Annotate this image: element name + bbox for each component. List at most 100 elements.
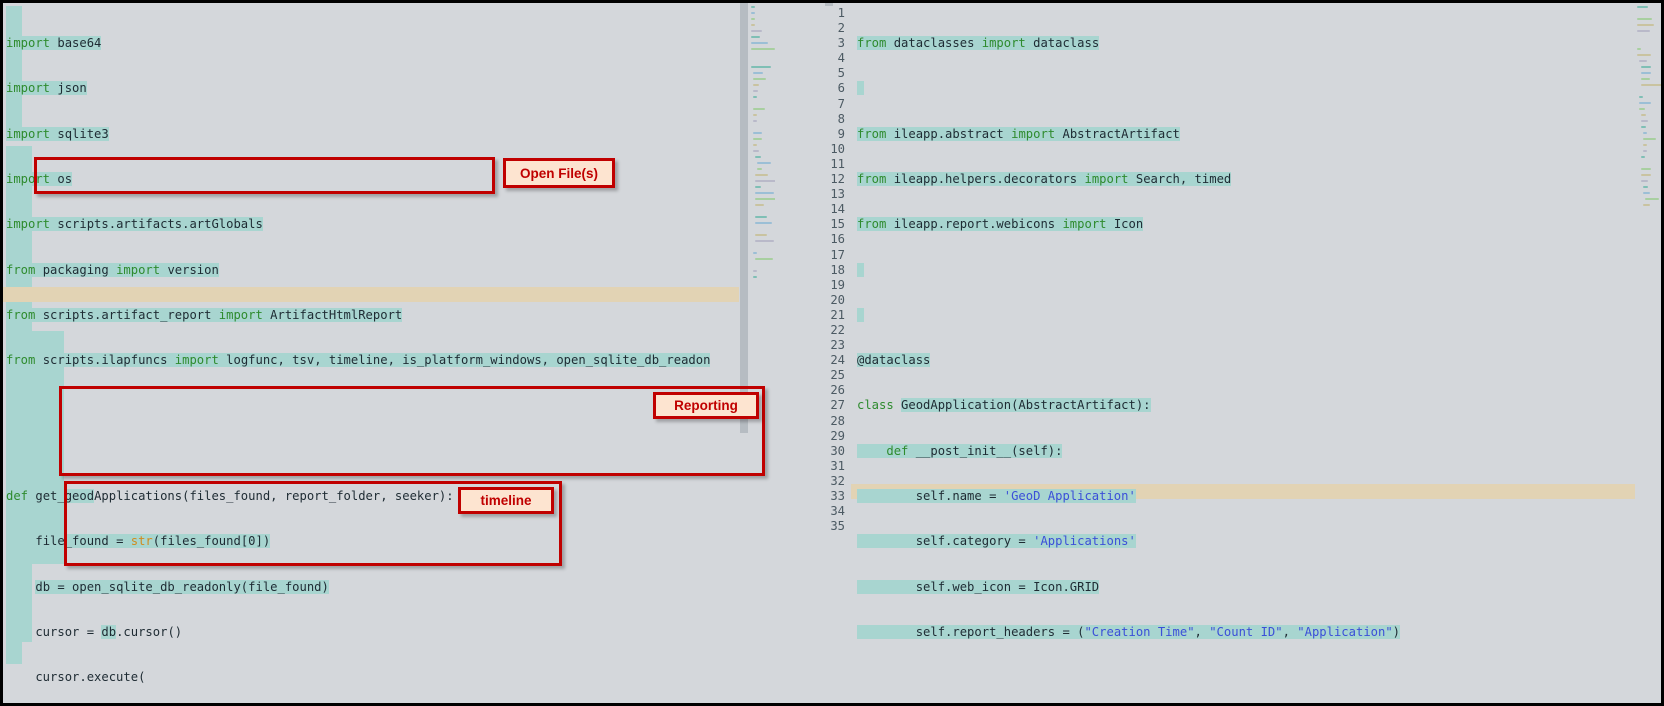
right-editor-pane[interactable]: ^ 12345678910111213141516171819202122232…: [775, 0, 1664, 706]
minimap-line: [753, 108, 765, 110]
minimap-line: [753, 90, 758, 92]
minimap-line: [1641, 66, 1651, 68]
code-line: import base64: [6, 36, 102, 51]
minimap-line: [751, 48, 775, 50]
annotation-label-open-files: Open File(s): [503, 158, 615, 188]
left-pane-scrollbar[interactable]: [739, 3, 749, 703]
code-line: file_found = str(files_found[0]): [35, 534, 271, 549]
minimap-line: [755, 216, 767, 218]
code-line: from scripts.ilapfuncs import logfunc, t…: [6, 353, 711, 368]
line-number: 13: [830, 187, 845, 202]
line-number: 3: [837, 36, 845, 51]
minimap-line: [1641, 180, 1648, 182]
code-line: [857, 262, 1400, 278]
minimap-line: [751, 36, 760, 38]
left-editor-pane[interactable]: import base64 import json import sqlite3…: [0, 0, 775, 706]
code-line: [6, 398, 766, 413]
minimap-line: [1637, 18, 1652, 20]
minimap-line: [1639, 60, 1647, 62]
line-number: 20: [830, 292, 845, 307]
minimap-line: [755, 186, 761, 188]
line-number: 19: [830, 277, 845, 292]
minimap-line: [755, 234, 767, 236]
code-line: from ileapp.helpers.decorators import Se…: [857, 172, 1232, 187]
annotation-label-reporting: Reporting: [653, 392, 759, 419]
code-line: class GeodApplication(AbstractArtifact):: [857, 398, 1151, 413]
minimap-line: [753, 72, 763, 74]
minimap-line: [1643, 150, 1647, 152]
minimap-line: [753, 120, 757, 122]
minimap-line: [753, 144, 757, 146]
minimap-line: [1645, 198, 1659, 200]
line-number: 11: [830, 156, 845, 171]
code-line: from dataclasses import dataclass: [857, 36, 1100, 51]
code-line: @dataclass: [857, 353, 931, 368]
line-number: 34: [830, 504, 845, 519]
line-number: 10: [830, 141, 845, 156]
minimap-line: [1641, 120, 1648, 122]
line-number: 15: [830, 217, 845, 232]
minimap-line: [753, 78, 766, 80]
scrollbar-thumb[interactable]: [740, 3, 748, 433]
right-code-text[interactable]: from dataclasses import dataclass from i…: [857, 6, 1401, 703]
minimap-line: [755, 222, 772, 224]
minimap-line: [1641, 84, 1661, 86]
code-line: from packaging import version: [6, 262, 219, 277]
minimap-line: [751, 66, 771, 68]
minimap-line: [751, 12, 755, 14]
line-number: 6: [837, 81, 845, 96]
code-line: cursor.execute(: [6, 670, 146, 685]
minimap-line: [1641, 156, 1645, 158]
minimap-line: [1637, 48, 1641, 50]
minimap-line: [751, 18, 755, 20]
minimap-line: [755, 198, 775, 200]
code-line: db = open_sqlite_db_readonly(file_found): [35, 579, 329, 594]
minimap-line: [757, 162, 771, 164]
code-line: import sqlite3: [6, 126, 109, 141]
minimap-line: [753, 150, 759, 152]
left-pane-minimap[interactable]: [749, 3, 775, 703]
minimap-line: [1643, 138, 1656, 140]
left-code-text[interactable]: import base64 import json import sqlite3…: [6, 6, 766, 703]
code-line: import os: [6, 172, 73, 187]
line-number: 9: [837, 126, 845, 141]
minimap-line: [757, 168, 762, 170]
line-number: 27: [830, 398, 845, 413]
line-number: 4: [837, 51, 845, 66]
line-number: 33: [830, 489, 845, 503]
minimap-line: [751, 6, 755, 8]
code-line: [857, 307, 1400, 323]
minimap-line: [755, 192, 774, 194]
minimap-line: [1639, 102, 1651, 104]
minimap-line: [1637, 6, 1648, 8]
line-number-gutter: 1 2 3 4 5 6 7 8 9 10 11 12 13 14 15 16 17 18 19 20 21 22 23 24 2…: [775, 6, 851, 535]
minimap-line: [1639, 108, 1645, 110]
minimap-line: [1639, 96, 1643, 98]
line-number: 16: [830, 232, 845, 247]
minimap-line: [751, 42, 768, 44]
minimap-line: [753, 84, 759, 86]
line-number: 25: [830, 368, 845, 383]
code-line: self.category = 'Applications': [857, 534, 1136, 549]
minimap-line: [751, 30, 762, 32]
minimap-line: [753, 276, 757, 278]
code-line: from scripts.artifact_report import Arti…: [6, 307, 403, 322]
minimap-line: [755, 180, 775, 182]
line-number: 7: [837, 96, 845, 111]
minimap-line: [1641, 174, 1651, 176]
line-number: 31: [830, 458, 845, 473]
line-number: 21: [830, 307, 845, 322]
minimap-line: [1643, 132, 1647, 134]
right-pane-minimap-strip[interactable]: [1635, 3, 1661, 703]
minimap-line: [1637, 54, 1651, 56]
annotation-label-timeline: timeline: [458, 487, 554, 514]
line-number: 26: [830, 383, 845, 398]
code-line: from ileapp.abstract import AbstractArti…: [857, 126, 1180, 141]
minimap-line: [1643, 186, 1648, 188]
line-number: 29: [830, 428, 845, 443]
minimap-line: [1641, 78, 1650, 80]
line-number: 2: [837, 21, 845, 36]
line-number: 22: [830, 322, 845, 337]
line-number: 24: [830, 353, 845, 368]
